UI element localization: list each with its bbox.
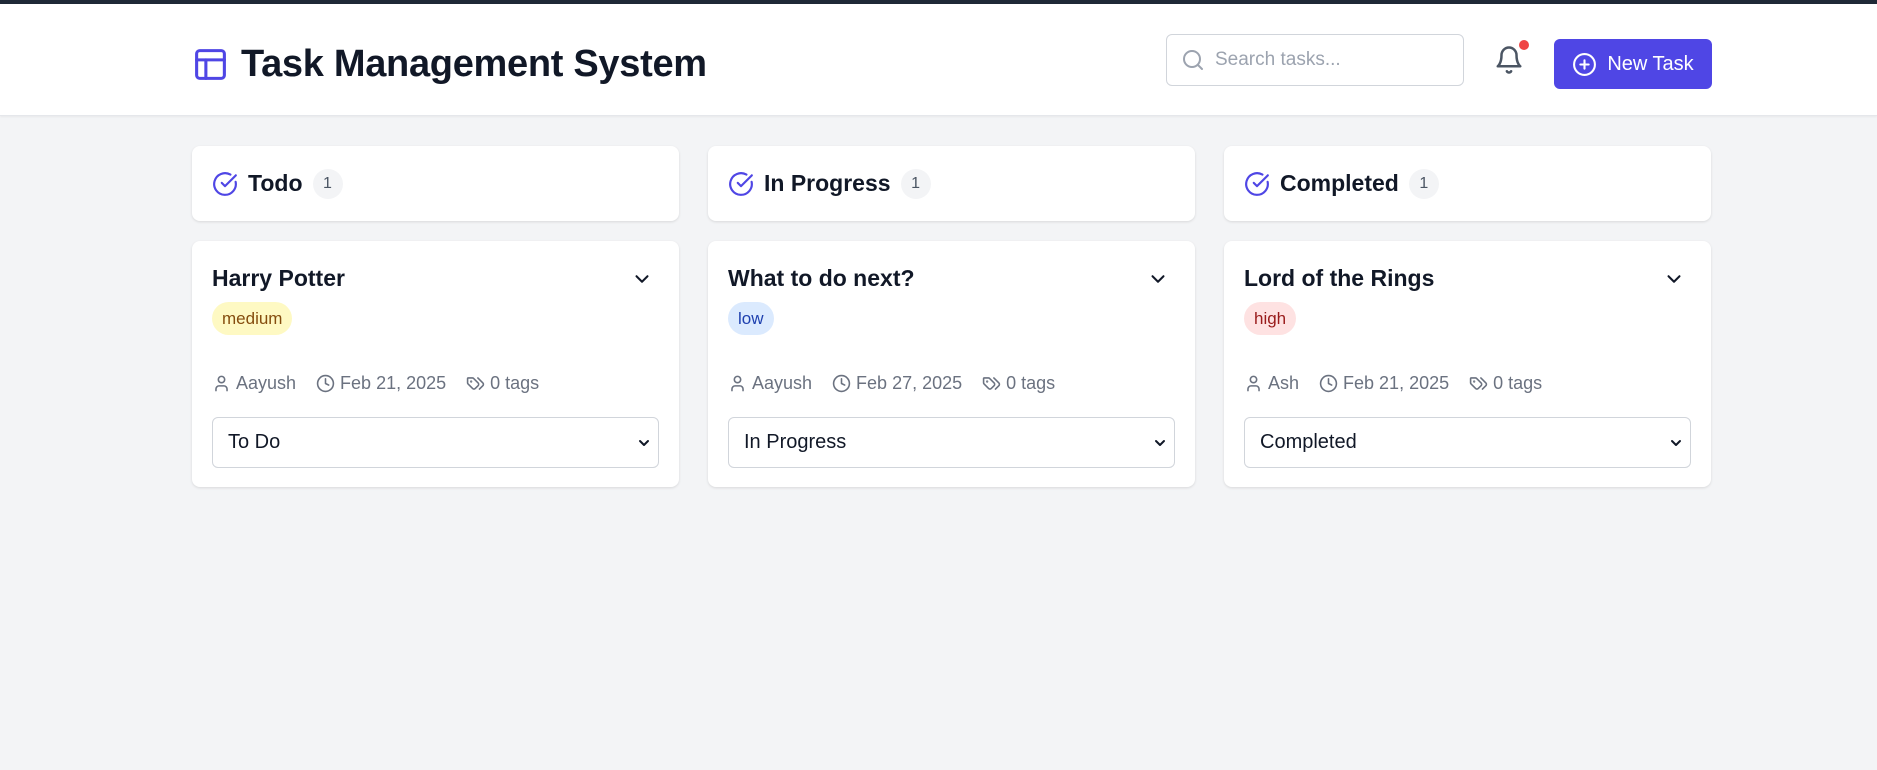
- assignee-name: Aayush: [236, 373, 297, 393]
- tags-icon: [466, 377, 485, 390]
- select-chevron-icon: [639, 440, 649, 446]
- date-text: Feb 27, 2025: [856, 373, 963, 393]
- brand: Task Management System: [192, 41, 707, 87]
- assignee: Aayush: [728, 373, 812, 394]
- task-title: Harry Potter: [212, 265, 345, 291]
- new-task-button[interactable]: New Task: [1554, 39, 1712, 89]
- status-value: Completed: [1260, 431, 1357, 453]
- column-count-badge: 1: [900, 168, 931, 199]
- chevron-down-icon[interactable]: [1147, 268, 1169, 290]
- column-title: Completed: [1280, 170, 1399, 196]
- status-value: In Progress: [744, 431, 847, 453]
- column-in-progress: In Progress 1 What to do next? low Aayus…: [708, 146, 1195, 487]
- status-select[interactable]: In Progress: [728, 417, 1175, 468]
- column-title: In Progress: [764, 170, 891, 196]
- task-title: Lord of the Rings: [1244, 265, 1435, 291]
- select-chevron-icon: [1671, 440, 1681, 446]
- check-circle-icon: [1245, 171, 1269, 196]
- tags: 0 tags: [982, 373, 1055, 394]
- page-title: Task Management System: [241, 43, 707, 85]
- column-header: Completed 1: [1224, 146, 1711, 221]
- tags-text: 0 tags: [490, 373, 540, 393]
- tags-text: 0 tags: [1493, 373, 1543, 393]
- date-text: Feb 21, 2025: [1343, 373, 1450, 393]
- chevron-down-icon[interactable]: [631, 268, 653, 290]
- tags: 0 tags: [466, 373, 539, 394]
- app-header: Task Management System New Task: [0, 4, 1877, 116]
- clock-icon: [316, 374, 335, 393]
- check-circle-icon: [729, 171, 753, 196]
- date-text: Feb 21, 2025: [340, 373, 447, 393]
- task-meta: Ash Feb 21, 2025 0 tags: [1244, 373, 1542, 394]
- assignee: Aayush: [212, 373, 296, 394]
- check-circle-icon: [213, 171, 237, 196]
- column-header: Todo 1: [192, 146, 679, 221]
- column-header: In Progress 1: [708, 146, 1195, 221]
- priority-badge: low: [728, 302, 774, 335]
- column-count-badge: 1: [1408, 168, 1439, 199]
- due-date: Feb 27, 2025: [832, 373, 962, 394]
- tags-text: 0 tags: [1006, 373, 1056, 393]
- column-title: Todo: [248, 170, 303, 196]
- task-meta: Aayush Feb 21, 2025 0 tags: [212, 373, 539, 394]
- due-date: Feb 21, 2025: [316, 373, 446, 394]
- assignee-name: Aayush: [752, 373, 813, 393]
- search-icon: [1183, 50, 1203, 70]
- task-card[interactable]: Lord of the Rings high Ash Feb 21, 2025 …: [1224, 241, 1711, 487]
- notifications-button[interactable]: [1494, 40, 1529, 78]
- column-todo: Todo 1 Harry Potter medium Aayush Feb 21…: [192, 146, 679, 487]
- task-card[interactable]: What to do next? low Aayush Feb 27, 2025…: [708, 241, 1195, 487]
- user-icon: [731, 375, 744, 392]
- column-completed: Completed 1 Lord of the Rings high Ash F…: [1224, 146, 1711, 487]
- priority-badge: high: [1244, 302, 1297, 335]
- priority-badge: medium: [212, 302, 293, 335]
- tags-icon: [1469, 377, 1488, 390]
- clock-icon: [832, 374, 851, 393]
- tags: 0 tags: [1469, 373, 1542, 394]
- due-date: Feb 21, 2025: [1319, 373, 1449, 394]
- status-select[interactable]: Completed: [1244, 417, 1691, 468]
- assignee: Ash: [1244, 373, 1299, 394]
- status-select[interactable]: To Do: [212, 417, 659, 468]
- search-input[interactable]: [1215, 49, 1455, 71]
- user-icon: [1247, 375, 1260, 392]
- task-meta: Aayush Feb 27, 2025 0 tags: [728, 373, 1055, 394]
- select-chevron-icon: [1155, 440, 1165, 446]
- search-box[interactable]: [1166, 34, 1464, 86]
- task-card[interactable]: Harry Potter medium Aayush Feb 21, 2025 …: [192, 241, 679, 487]
- notification-dot: [1519, 40, 1529, 50]
- user-icon: [215, 375, 228, 392]
- layout-icon: [195, 48, 226, 80]
- plus-circle-icon: [1573, 52, 1597, 76]
- clock-icon: [1319, 374, 1338, 393]
- column-count-badge: 1: [312, 168, 343, 199]
- task-title: What to do next?: [728, 265, 915, 291]
- assignee-name: Ash: [1268, 373, 1300, 393]
- bell-icon: [1496, 46, 1522, 74]
- tags-icon: [982, 377, 1001, 390]
- new-task-label: New Task: [1607, 52, 1694, 75]
- status-value: To Do: [228, 431, 281, 453]
- chevron-down-icon[interactable]: [1663, 268, 1685, 290]
